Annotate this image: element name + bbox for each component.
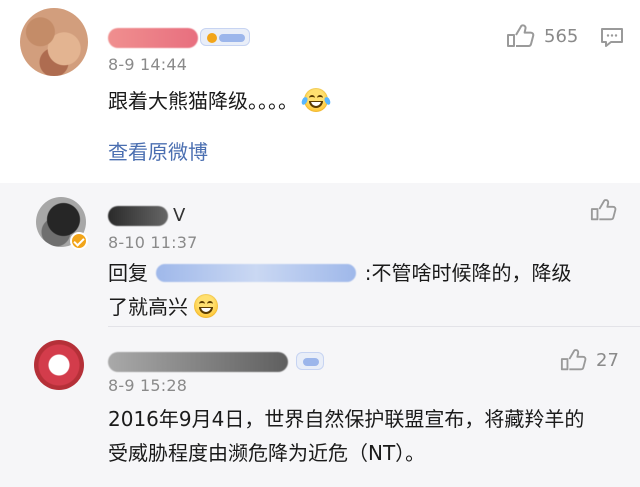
main-comment-section: 8-9 14:44 跟着大熊猫降级。。。。 查看原微博 565: [0, 0, 640, 183]
comment-icon: [601, 28, 623, 47]
username-suffix: V: [173, 205, 186, 226]
like-button[interactable]: 565: [506, 24, 578, 48]
thumbs-up-icon: [507, 24, 535, 47]
username-blurred[interactable]: [108, 28, 198, 48]
reply-text: 2016年9月4日，世界自然保护联盟宣布，将藏羚羊的受威胁程度由濒危降为近危（N…: [108, 407, 585, 465]
comment-text-body: 跟着大熊猫降级。。。。: [108, 89, 298, 113]
user-avatar[interactable]: [20, 8, 88, 76]
grin-emoji: [194, 294, 219, 318]
tear-right: [323, 96, 332, 106]
reply-divider: [108, 326, 640, 327]
mentioned-user-blurred[interactable]: [156, 264, 357, 282]
tear-left: [300, 96, 309, 106]
like-count: 27: [596, 349, 619, 371]
comment-text: 跟着大熊猫降级。。。。: [108, 84, 332, 118]
badge-icon: [207, 33, 217, 43]
reply-text: 回复 :不管啥时候降的，降级了就高兴: [108, 256, 588, 324]
thumbs-up-icon: [590, 199, 617, 221]
reply-user-avatar[interactable]: [34, 340, 84, 390]
reply-username-blurred[interactable]: [108, 206, 168, 226]
comment-button[interactable]: [599, 26, 625, 50]
reply-username-blurred[interactable]: [108, 352, 288, 372]
emoji-eye-right: [207, 301, 214, 306]
emoji-eye-right: [317, 95, 324, 100]
user-badge: [296, 352, 324, 370]
verified-badge-icon: [70, 232, 88, 250]
comments-screen: 8-9 14:44 跟着大熊猫降级。。。。 查看原微博 565 V 8-10 1…: [0, 0, 640, 487]
comment-time: 8-9 14:44: [108, 55, 188, 74]
reply-time: 8-10 11:37: [108, 233, 198, 252]
emoji-mouth: [199, 307, 214, 314]
emoji-eye-left: [309, 95, 316, 100]
badge-label-blurred: [219, 34, 245, 42]
reply-time: 8-9 15:28: [108, 376, 188, 395]
like-count: 565: [544, 25, 579, 47]
thumbs-up-icon: [560, 349, 587, 371]
reply-like-button[interactable]: [590, 198, 618, 222]
badge-label-blurred: [303, 358, 319, 366]
reply-like-button[interactable]: 27: [560, 348, 619, 372]
emoji-eye-left: [199, 301, 206, 306]
laugh-cry-emoji: [300, 88, 332, 112]
view-original-weibo-link[interactable]: 查看原微博: [108, 136, 208, 165]
emoji-mouth: [309, 101, 324, 108]
reply-prefix: 回复: [108, 261, 148, 285]
user-badge: [200, 28, 250, 46]
